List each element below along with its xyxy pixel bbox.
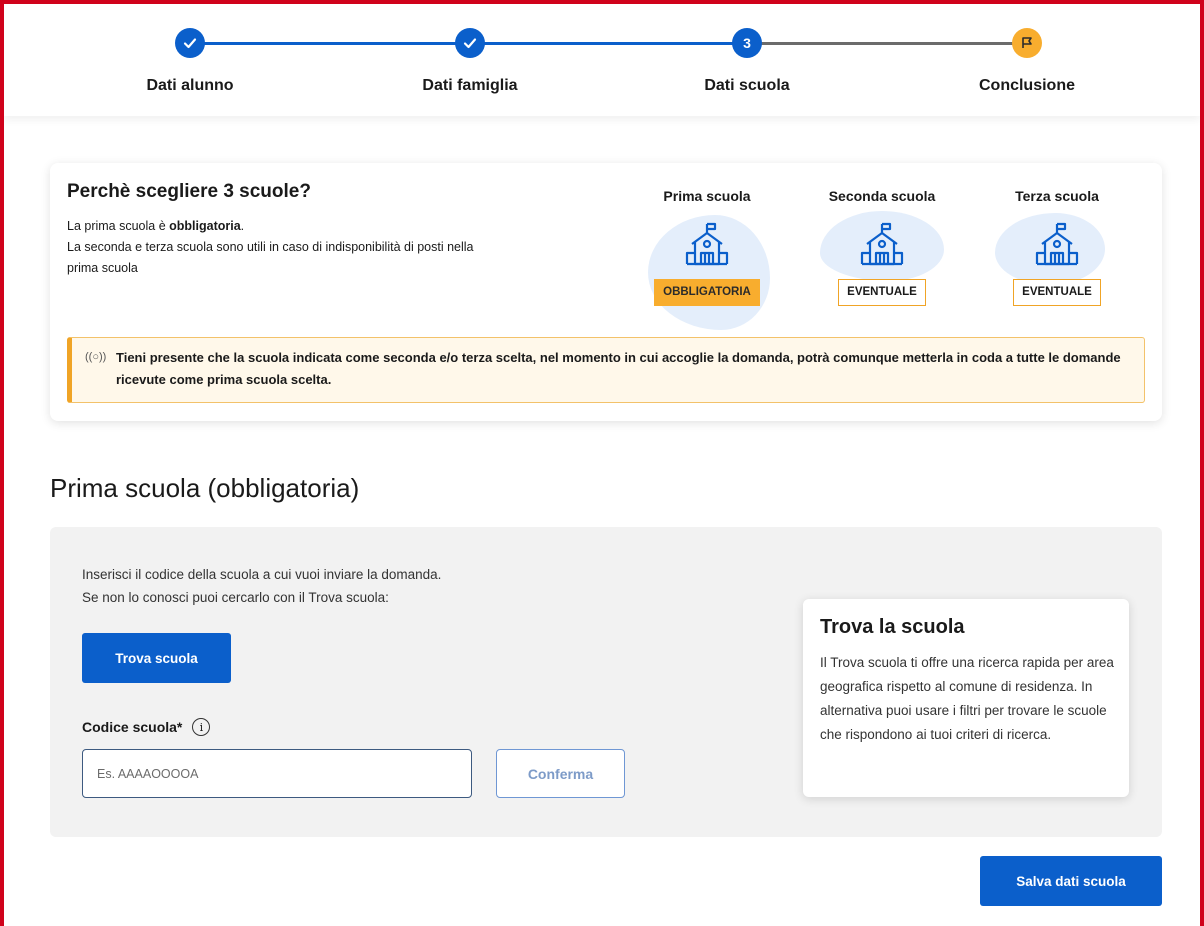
info-circle-icon[interactable]: i xyxy=(192,718,211,736)
step-connector-3 xyxy=(747,42,1027,45)
info-line1-pre: La prima scuola è xyxy=(67,219,170,233)
panel-instructions: Inserisci il codice della scuola a cui v… xyxy=(82,563,441,609)
school-option-3-badge: EVENTUALE xyxy=(1013,279,1101,306)
find-school-card: Trova la scuola Il Trova scuola ti offre… xyxy=(803,599,1129,797)
school-code-input[interactable] xyxy=(82,749,472,798)
notice-banner: ((○)) Tieni presente che la scuola indic… xyxy=(67,337,1145,403)
confirm-button[interactable]: Conferma xyxy=(496,749,625,798)
school-option-1-badge: OBBLIGATORIA xyxy=(654,279,760,306)
school-option-2: Seconda scuola EVENTUALE xyxy=(802,188,962,306)
step-4-flag-icon xyxy=(1012,28,1042,58)
code-field-label: Codice scuola* i xyxy=(82,718,211,736)
three-schools-info-card: Perchè scegliere 3 scuole? La prima scuo… xyxy=(50,163,1162,421)
code-label-text: Codice scuola* xyxy=(82,719,183,735)
school-building-icon xyxy=(857,220,907,270)
notice-icon: ((○)) xyxy=(85,351,107,363)
school-option-3-name: Terza scuola xyxy=(1015,188,1099,204)
first-school-panel: Inserisci il codice della scuola a cui v… xyxy=(50,527,1162,837)
school-option-2-badge: EVENTUALE xyxy=(838,279,926,306)
notice-text: Tieni presente che la scuola indicata co… xyxy=(116,350,1121,387)
school-option-1: Prima scuola OBBLIGATORIA xyxy=(627,188,787,306)
step-1-check-icon xyxy=(175,28,205,58)
section-title: Prima scuola (obbligatoria) xyxy=(50,473,360,503)
step-4-label: Conclusione xyxy=(978,77,1075,94)
instructions-line-2: Se non lo conosci puoi cercarlo con il T… xyxy=(82,590,389,605)
school-option-1-name: Prima scuola xyxy=(663,188,751,204)
find-card-text: Il Trova scuola ti offre una ricerca rap… xyxy=(820,655,1114,742)
step-connector-2 xyxy=(470,42,747,45)
school-option-3: Terza scuola EVENTUALE xyxy=(977,188,1137,306)
instructions-line-1: Inserisci il codice della scuola a cui v… xyxy=(82,567,442,582)
progress-stepper: 3 Dati alunno Dati famiglia Dati scuola … xyxy=(4,4,1200,116)
school-option-2-name: Seconda scuola xyxy=(828,188,936,204)
step-2-check-icon xyxy=(455,28,485,58)
step-connector-1 xyxy=(190,42,470,45)
info-line1-post: . xyxy=(240,219,245,233)
find-card-title: Trova la scuola xyxy=(820,616,965,638)
school-building-icon xyxy=(1032,220,1082,270)
step-3-label: Dati scuola xyxy=(704,77,790,94)
step-3-number: 3 xyxy=(732,28,762,58)
info-title: Perchè scegliere 3 scuole? xyxy=(67,181,311,202)
step-1-label: Dati alunno xyxy=(146,77,234,94)
school-building-icon xyxy=(682,220,732,270)
info-line1-bold: obbligatoria xyxy=(169,219,241,233)
find-school-button[interactable]: Trova scuola xyxy=(82,633,231,683)
step-2-label: Dati famiglia xyxy=(422,77,518,94)
info-description: La prima scuola è obbligatoria. La secon… xyxy=(67,216,507,279)
info-line2: La seconda e terza scuola sono utili in … xyxy=(67,240,474,275)
save-school-data-button[interactable]: Salva dati scuola xyxy=(980,856,1162,906)
